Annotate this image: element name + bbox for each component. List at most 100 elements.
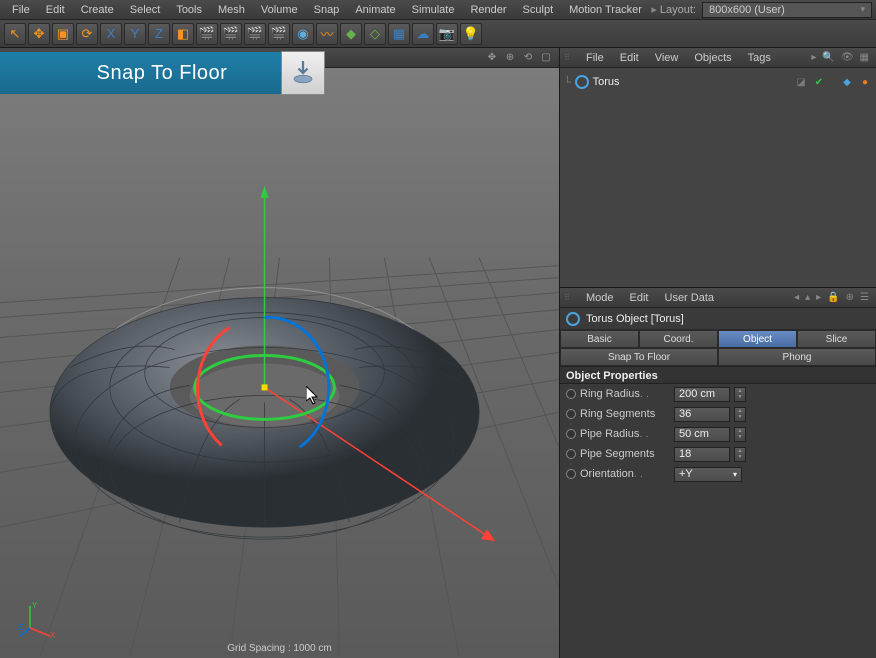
panel-grip-icon[interactable]: ⠿ [564,53,578,62]
menu-sculpt[interactable]: Sculpt [515,4,562,16]
menu-motion-tracker[interactable]: Motion Tracker [561,4,650,16]
vp-nav-icon[interactable]: ⊕ [503,51,517,65]
tree-item-torus[interactable]: └ Torus ◪ ✔ ◆ ● [564,72,872,92]
property-row: Pipe Radius50 cm▲▼ [560,424,876,444]
menu-edit[interactable]: Edit [38,4,73,16]
object-tree[interactable]: └ Torus ◪ ✔ ◆ ● [560,68,876,288]
vp-nav-icon[interactable]: ⟲ [521,51,535,65]
tool-render-queue[interactable]: 🎬 [244,23,266,45]
tree-item-label: Torus [593,76,790,88]
menu-select[interactable]: Select [122,4,169,16]
keyframe-radio[interactable] [566,469,576,479]
tool-light[interactable]: 💡 [460,23,482,45]
tool-spline[interactable]: 〰 [316,23,338,45]
torus-icon [575,75,589,89]
layout-dropdown[interactable]: 800x600 (User) ▾ [702,2,872,18]
grid-spacing-label: Grid Spacing : 1000 cm [227,643,332,654]
tool-generator[interactable]: ◆ [340,23,362,45]
grid-icon[interactable]: ▦ [857,52,872,63]
vp-nav-icon[interactable]: ✥ [485,51,499,65]
axis-y[interactable]: Y [124,23,146,45]
spinner-buttons[interactable]: ▲▼ [734,387,746,402]
tab-coord[interactable]: Coord. [639,330,718,348]
menu-simulate[interactable]: Simulate [404,4,463,16]
om-menu-edit[interactable]: Edit [612,52,647,64]
property-input[interactable]: 36 [674,407,730,422]
property-label: Orientation [580,468,670,480]
keyframe-radio[interactable] [566,389,576,399]
tool-primitive[interactable]: ◉ [292,23,314,45]
new-icon[interactable]: ⊕ [843,292,857,303]
am-menu-mode[interactable]: Mode [578,292,622,304]
viewport-3d[interactable]: Y X Z Grid Spacing : 1000 cm [0,68,559,658]
tool-deformer[interactable]: ▦ [388,23,410,45]
tree-branch-icon: └ [564,76,571,89]
nav-fwd-icon[interactable]: ▸ [813,292,824,303]
menu-volume[interactable]: Volume [253,4,306,16]
main-menubar: File Edit Create Select Tools Mesh Volum… [0,0,876,20]
menu-file[interactable]: File [4,4,38,16]
keyframe-radio[interactable] [566,449,576,459]
property-input[interactable]: 18 [674,447,730,462]
tool-move[interactable]: ✥ [28,23,50,45]
axis-z[interactable]: Z [148,23,170,45]
tab-snap-to-floor[interactable]: Snap To Floor [560,348,718,366]
property-dropdown[interactable]: +Y▾ [674,467,742,482]
tool-render-pc[interactable]: 🎬 [220,23,242,45]
tool-environment[interactable]: ☁ [412,23,434,45]
tooltip-title: Snap To Floor [97,62,228,85]
tool-generator2[interactable]: ◇ [364,23,386,45]
property-label: Ring Segments [580,408,670,420]
spinner-buttons[interactable]: ▲▼ [734,447,746,462]
am-menu-edit[interactable]: Edit [622,292,657,304]
eye-icon[interactable]: 👁 [838,52,857,63]
tool-scale[interactable]: ▣ [52,23,74,45]
om-nav-right-icon[interactable]: ▸ [808,52,819,63]
vp-nav-icon[interactable]: ▢ [539,51,553,65]
keyframe-radio[interactable] [566,429,576,439]
attribute-object-header: Torus Object [Torus] [560,308,876,330]
tool-select[interactable]: ↖ [4,23,26,45]
keyframe-radio[interactable] [566,409,576,419]
tab-basic[interactable]: Basic [560,330,639,348]
menu-snap[interactable]: Snap [306,4,348,16]
property-input[interactable]: 200 cm [674,387,730,402]
axis-x[interactable]: X [100,23,122,45]
menu-render[interactable]: Render [462,4,514,16]
tab-object[interactable]: Object [718,330,797,348]
main-toolbar: ↖ ✥ ▣ ⟳ X Y Z ◧ 🎬 🎬 🎬 🎬 ◉ 〰 ◆ ◇ ▦ ☁ 📷 💡 [0,20,876,48]
layout-label: Layout: [651,3,696,16]
tab-phong[interactable]: Phong [718,348,876,366]
svg-text:X: X [50,631,56,640]
tool-render-pv[interactable]: 🎬 [196,23,218,45]
snap-tag-icon[interactable]: ◆ [840,75,854,89]
menu-tools[interactable]: Tools [168,4,210,16]
om-menu-objects[interactable]: Objects [686,52,739,64]
property-input[interactable]: 50 cm [674,427,730,442]
list-icon[interactable]: ☰ [857,292,872,303]
nav-up-icon[interactable]: ▴ [802,292,813,303]
menu-animate[interactable]: Animate [347,4,403,16]
om-menu-tags[interactable]: Tags [740,52,779,64]
am-menu-userdata[interactable]: User Data [657,292,723,304]
phong-tag-icon[interactable]: ● [858,75,872,89]
nav-back-icon[interactable]: ◂ [791,292,802,303]
spinner-buttons[interactable]: ▲▼ [734,427,746,442]
panel-grip-icon[interactable]: ⠿ [564,293,578,302]
tool-coord[interactable]: ◧ [172,23,194,45]
om-menu-view[interactable]: View [647,52,687,64]
om-menu-file[interactable]: File [578,52,612,64]
menu-mesh[interactable]: Mesh [210,4,253,16]
tab-slice[interactable]: Slice [797,330,876,348]
layer-tag-icon[interactable]: ◪ [794,75,808,89]
property-label: Pipe Segments [580,448,670,460]
tool-render-settings[interactable]: 🎬 [268,23,290,45]
tool-rotate[interactable]: ⟳ [76,23,98,45]
viewport-panel: Snap To Floor Render ✥ ⊕ ⟲ ▢ [0,48,560,658]
lock-icon[interactable]: 🔒 [824,292,842,303]
tool-camera[interactable]: 📷 [436,23,458,45]
menu-create[interactable]: Create [73,4,122,16]
search-icon[interactable]: 🔍 [819,52,837,63]
visibility-tag-icon[interactable]: ✔ [812,75,826,89]
spinner-buttons[interactable]: ▲▼ [734,407,746,422]
